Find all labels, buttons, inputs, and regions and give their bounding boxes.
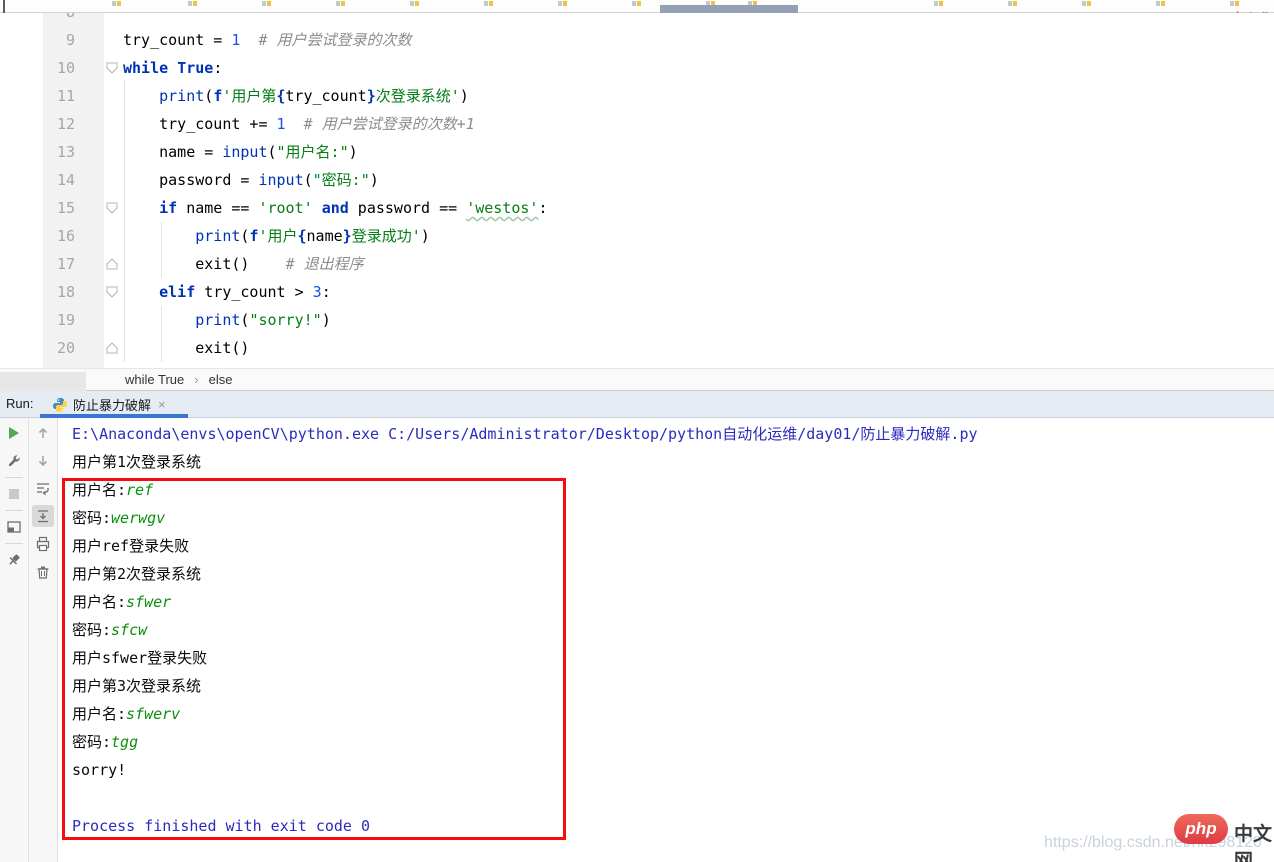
toolbar-divider bbox=[57, 418, 58, 862]
console-line: 用户名:ref bbox=[72, 476, 1274, 504]
editor-tab-icon[interactable] bbox=[1082, 1, 1091, 6]
editor-tab-icon[interactable] bbox=[1008, 1, 1017, 6]
code-lines: try_count = 1 # 用户尝试登录的次数while True: pri… bbox=[123, 13, 1274, 368]
line-number[interactable]: 20 bbox=[43, 334, 104, 362]
line-number[interactable]: 11 bbox=[43, 82, 104, 110]
editor-tab-icon[interactable] bbox=[484, 1, 493, 6]
close-icon[interactable]: × bbox=[158, 397, 166, 412]
project-panel-scroll-stub bbox=[0, 372, 86, 391]
up-arrow-icon[interactable] bbox=[35, 425, 51, 441]
editor-tab-bar[interactable] bbox=[0, 0, 1274, 13]
line-number[interactable]: 14 bbox=[43, 166, 104, 194]
code-line[interactable]: name = input("用户名:") bbox=[123, 138, 1274, 166]
watermark-url: https://blog.csdn.net/nk298120 bbox=[1044, 834, 1262, 852]
pin-icon[interactable] bbox=[6, 552, 22, 568]
trash-icon[interactable] bbox=[35, 564, 51, 580]
fold-up-icon[interactable] bbox=[105, 341, 119, 355]
editor-tab-icon[interactable] bbox=[632, 1, 641, 6]
breadcrumb-else[interactable]: else bbox=[209, 372, 233, 387]
code-line[interactable]: password = input("密码:") bbox=[123, 166, 1274, 194]
editor-tab-icon[interactable] bbox=[262, 1, 271, 6]
fold-down-icon[interactable] bbox=[105, 201, 119, 215]
console-line: 用户名:sfwerv bbox=[72, 700, 1274, 728]
console-line bbox=[72, 784, 1274, 812]
fold-up-icon[interactable] bbox=[105, 257, 119, 271]
line-number[interactable]: 12 bbox=[43, 110, 104, 138]
toolbar-divider bbox=[28, 418, 29, 862]
code-line[interactable]: print(f'用户{name}登录成功') bbox=[123, 222, 1274, 250]
line-number[interactable]: 18 bbox=[43, 278, 104, 306]
code-line[interactable]: exit() # 退出程序 bbox=[123, 250, 1274, 278]
console-line: 用户第3次登录系统 bbox=[72, 672, 1274, 700]
line-number[interactable]: 19 bbox=[43, 306, 104, 334]
toolbar-divider bbox=[5, 477, 23, 478]
soft-wrap-icon[interactable] bbox=[35, 480, 51, 496]
fold-down-icon[interactable] bbox=[105, 285, 119, 299]
python-icon bbox=[52, 397, 68, 413]
line-number[interactable]: 17 bbox=[43, 250, 104, 278]
php-logo: php bbox=[1174, 814, 1228, 844]
console-line: 密码:sfcw bbox=[72, 616, 1274, 644]
restore-layout-icon[interactable] bbox=[6, 519, 22, 535]
console-line: 密码:tgg bbox=[72, 728, 1274, 756]
editor-tab-icon[interactable] bbox=[188, 1, 197, 6]
line-number[interactable]: 16 bbox=[43, 222, 104, 250]
line-number[interactable]: 8 bbox=[43, 13, 104, 26]
console-line: sorry! bbox=[72, 756, 1274, 784]
fold-down-icon[interactable] bbox=[105, 61, 119, 75]
code-line[interactable]: while True: bbox=[123, 54, 1274, 82]
line-number[interactable]: 13 bbox=[43, 138, 104, 166]
editor-tab-icon[interactable] bbox=[112, 1, 121, 6]
editor-tab-icon[interactable] bbox=[1156, 1, 1165, 6]
run-console-panel: E:\Anaconda\envs\openCV\python.exe C:/Us… bbox=[0, 418, 1274, 862]
run-tab-title: 防止暴力破解 bbox=[73, 395, 151, 414]
print-icon[interactable] bbox=[35, 536, 51, 552]
code-line[interactable] bbox=[123, 13, 1274, 26]
console-output[interactable]: E:\Anaconda\envs\openCV\python.exe C:/Us… bbox=[72, 420, 1274, 840]
run-toolwindow-header: Run: 防止暴力破解 × bbox=[0, 391, 1274, 418]
rerun-icon[interactable] bbox=[6, 425, 22, 441]
line-number[interactable]: 15 bbox=[43, 194, 104, 222]
stop-icon bbox=[6, 486, 22, 502]
console-line: 用户第2次登录系统 bbox=[72, 560, 1274, 588]
breadcrumb-while[interactable]: while True bbox=[125, 372, 184, 387]
code-line[interactable]: try_count = 1 # 用户尝试登录的次数 bbox=[123, 26, 1274, 54]
php-logo-suffix: 中文网 bbox=[1234, 819, 1274, 862]
editor-tab-icon[interactable] bbox=[934, 1, 943, 6]
editor[interactable]: 89101112131415161718192021 try_count = 1… bbox=[0, 13, 1274, 368]
code-line[interactable]: if name == 'root' and password == 'westo… bbox=[123, 194, 1274, 222]
editor-tab-icon[interactable] bbox=[410, 1, 419, 6]
editor-tab-icon[interactable] bbox=[558, 1, 567, 6]
code-line[interactable]: print(f'用户第{try_count}次登录系统') bbox=[123, 82, 1274, 110]
line-number[interactable]: 9 bbox=[43, 26, 104, 54]
code-line[interactable]: elif try_count > 3: bbox=[123, 278, 1274, 306]
code-line[interactable]: print("sorry!") bbox=[123, 306, 1274, 334]
gutter-numbers[interactable]: 89101112131415161718192021 bbox=[43, 13, 104, 368]
editor-tab-icon[interactable] bbox=[1230, 1, 1239, 6]
toolbar-divider bbox=[5, 510, 23, 511]
breadcrumb-separator-icon: › bbox=[194, 372, 198, 387]
breadcrumb: while True › else bbox=[0, 368, 1274, 391]
wrench-icon[interactable] bbox=[6, 453, 22, 469]
php-logo-text: php bbox=[1185, 819, 1216, 839]
console-line: 用户第1次登录系统 bbox=[72, 448, 1274, 476]
console-line: 用户ref登录失败 bbox=[72, 532, 1274, 560]
console-line: E:\Anaconda\envs\openCV\python.exe C:/Us… bbox=[72, 420, 1274, 448]
console-line: 用户名:sfwer bbox=[72, 588, 1274, 616]
editor-tab-icon[interactable] bbox=[336, 1, 345, 6]
toolbar-divider bbox=[5, 543, 23, 544]
console-line: 密码:werwgv bbox=[72, 504, 1274, 532]
pycharm-window: 1 p E bbox=[0, 0, 1274, 862]
line-number[interactable]: 10 bbox=[43, 54, 104, 82]
code-line[interactable]: try_count += 1 # 用户尝试登录的次数+1 bbox=[123, 110, 1274, 138]
active-editor-tab[interactable] bbox=[660, 5, 798, 13]
run-label: Run: bbox=[6, 396, 33, 411]
scroll-to-end-icon[interactable] bbox=[35, 508, 51, 524]
down-arrow-icon[interactable] bbox=[35, 453, 51, 469]
code-line[interactable]: exit() bbox=[123, 334, 1274, 362]
console-line: 用户sfwer登录失败 bbox=[72, 644, 1274, 672]
